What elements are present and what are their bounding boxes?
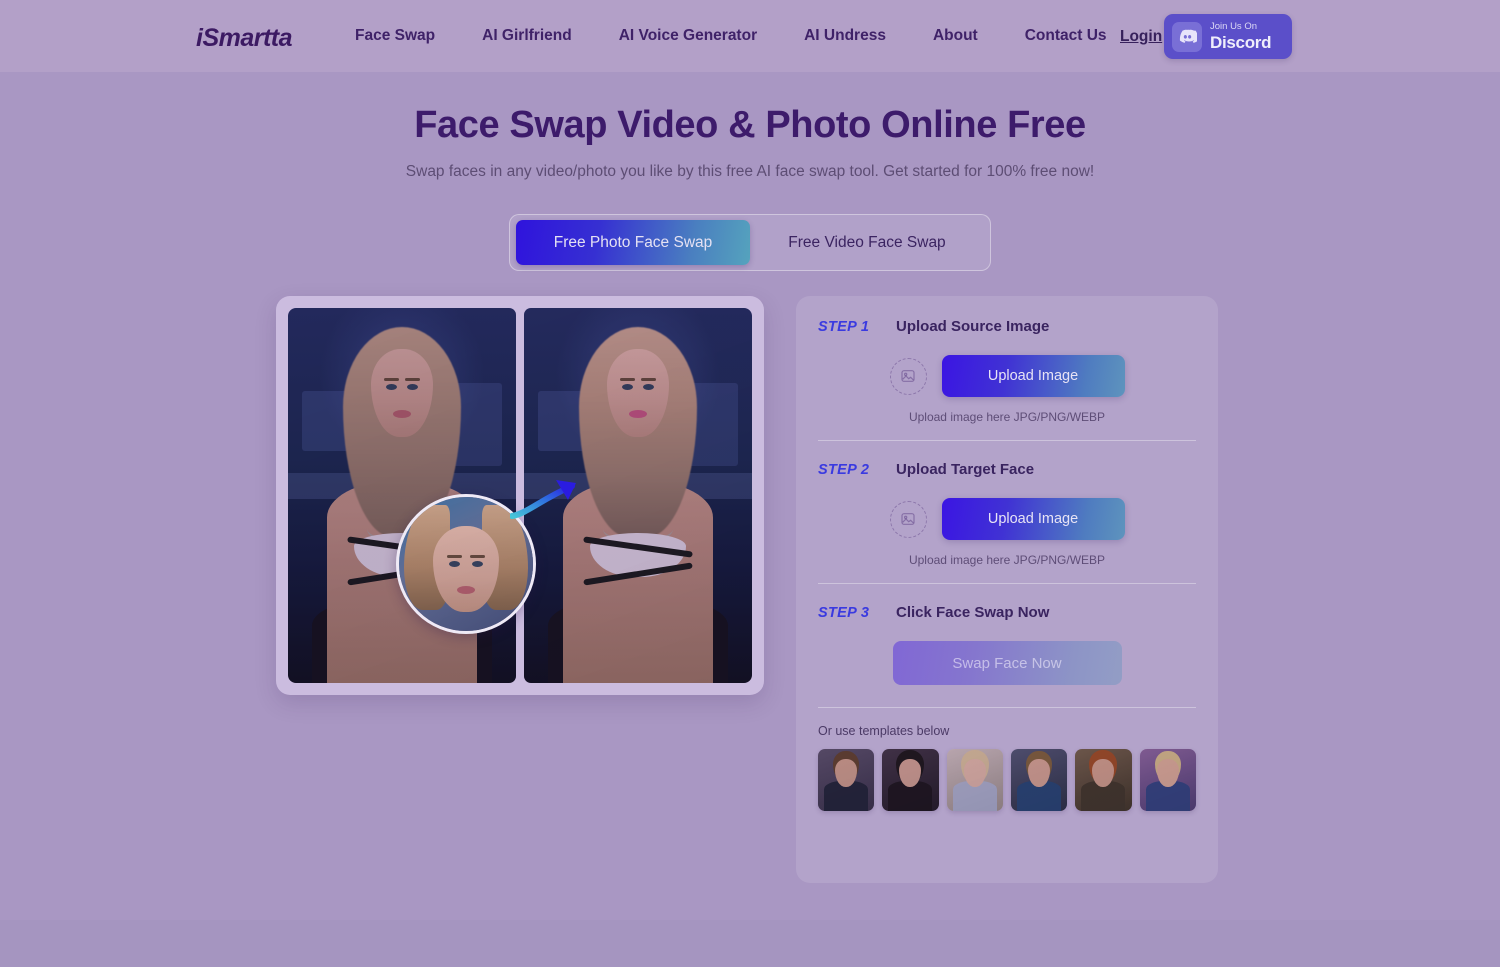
page-bottom-band	[0, 920, 1500, 967]
nav-link-contact-us[interactable]: Contact Us	[1025, 27, 1107, 45]
upload-target-face-button[interactable]: Upload Image	[941, 498, 1125, 540]
login-link[interactable]: Login	[1120, 28, 1162, 46]
discord-big-label: Discord	[1210, 32, 1272, 52]
step-2-header: STEP 2 Upload Target Face	[818, 461, 1196, 478]
step-2-hint: Upload image here JPG/PNG/WEBP	[908, 553, 1106, 567]
step-2-number: STEP 2	[818, 461, 870, 478]
image-placeholder-icon[interactable]	[889, 357, 927, 395]
join-discord-button[interactable]: Join Us On Discord	[1164, 14, 1292, 59]
template-thumbnail-3[interactable]	[946, 749, 1003, 811]
swap-face-now-button[interactable]: Swap Face Now	[892, 641, 1122, 685]
tab-free-video-face-swap[interactable]: Free Video Face Swap	[750, 220, 984, 265]
template-thumbnail-4[interactable]	[1010, 749, 1068, 811]
divider-2	[818, 583, 1196, 584]
step-2-title: Upload Target Face	[896, 461, 1035, 478]
step-1-title: Upload Source Image	[896, 318, 1050, 335]
discord-small-label: Join Us On	[1210, 21, 1257, 33]
template-thumbnail-2[interactable]	[882, 749, 939, 811]
template-thumbnail-5[interactable]	[1075, 749, 1132, 811]
tab-free-photo-face-swap[interactable]: Free Photo Face Swap	[516, 220, 750, 265]
nav-link-ai-girlfriend[interactable]: AI Girlfriend	[482, 27, 572, 45]
demo-preview-card	[276, 296, 764, 695]
templates-label: Or use templates below	[818, 724, 950, 738]
step-1-number: STEP 1	[818, 318, 870, 335]
step-3-title: Click Face Swap Now	[896, 604, 1050, 621]
nav-link-face-swap[interactable]: Face Swap	[355, 27, 435, 45]
demo-images	[288, 308, 752, 683]
nav-links: Face Swap AI Girlfriend AI Voice Generat…	[355, 27, 1107, 45]
divider-3	[818, 707, 1196, 708]
page-subtitle: Swap faces in any video/photo you like b…	[405, 163, 1095, 180]
step-3-header: STEP 3 Click Face Swap Now	[818, 604, 1196, 621]
step-1-hint: Upload image here JPG/PNG/WEBP	[908, 410, 1106, 424]
step-3-number: STEP 3	[818, 604, 870, 621]
templates-row	[818, 749, 1196, 811]
upload-source-image-button[interactable]: Upload Image	[941, 355, 1125, 397]
image-placeholder-icon[interactable]	[889, 500, 927, 538]
nav-link-ai-undress[interactable]: AI Undress	[804, 27, 886, 45]
navbar: iSmartta Face Swap AI Girlfriend AI Voic…	[0, 0, 1500, 72]
mode-tabs: Free Photo Face Swap Free Video Face Swa…	[509, 214, 991, 271]
step-2-upload-row: Upload Image	[818, 498, 1196, 540]
swap-arrow-icon	[510, 480, 576, 519]
page-title: Face Swap Video & Photo Online Free	[414, 104, 1086, 146]
site-logo[interactable]: iSmartta	[196, 24, 293, 53]
nav-link-about[interactable]: About	[933, 27, 978, 45]
divider-1	[818, 440, 1196, 441]
nav-link-ai-voice-generator[interactable]: AI Voice Generator	[619, 27, 757, 45]
template-thumbnail-1[interactable]	[818, 749, 875, 811]
step-1-header: STEP 1 Upload Source Image	[818, 318, 1196, 335]
step-1-upload-row: Upload Image	[818, 355, 1196, 397]
discord-label-group: Join Us On Discord	[1210, 21, 1272, 52]
steps-panel: STEP 1 Upload Source Image Upload Image …	[796, 296, 1218, 883]
discord-icon	[1172, 21, 1202, 52]
template-thumbnail-6[interactable]	[1139, 749, 1196, 811]
